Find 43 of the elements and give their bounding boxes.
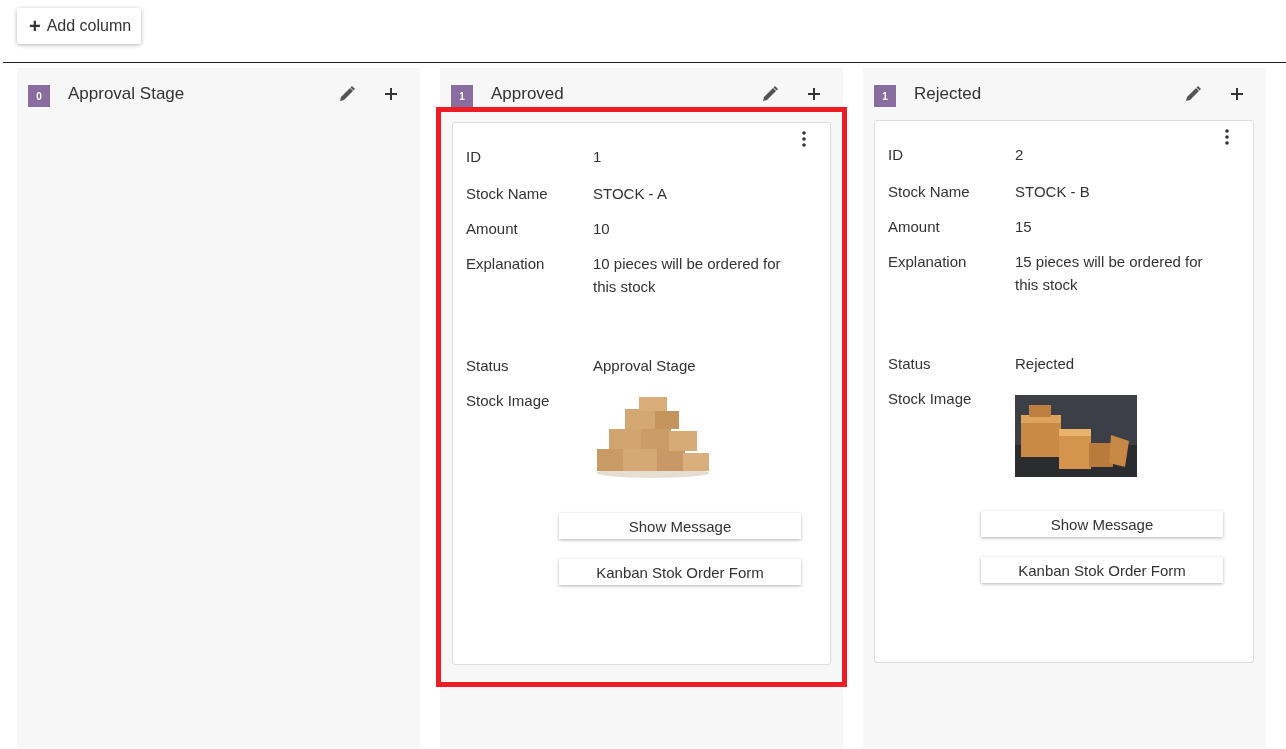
field-value: Approval Stage <box>593 356 697 376</box>
more-options-icon[interactable] <box>1225 129 1229 145</box>
field-label: Amount <box>466 219 519 239</box>
edit-icon[interactable] <box>761 85 779 103</box>
field-label: Stock Image <box>466 391 551 411</box>
column-title: Approval Stage <box>68 84 186 104</box>
edit-icon[interactable] <box>1184 85 1202 103</box>
add-icon[interactable] <box>807 87 821 101</box>
field-label: Status <box>466 356 510 376</box>
field-label: Stock Image <box>888 389 973 409</box>
field-label: Stock Name <box>888 182 971 202</box>
field-label: Status <box>888 354 932 374</box>
field-value: 2 <box>1015 145 1025 165</box>
add-icon[interactable] <box>384 87 398 101</box>
card-action-button[interactable]: Show Message <box>559 513 801 539</box>
add-column-button[interactable]: + Add column <box>17 8 142 44</box>
field-value: 15 pieces will be ordered for this stock <box>1015 252 1204 295</box>
card-action-button[interactable]: Kanban Stok Order Form <box>559 559 801 585</box>
edit-icon[interactable] <box>338 85 356 103</box>
card-count-badge: 1 <box>874 85 896 107</box>
card-count-badge: 0 <box>28 85 50 107</box>
field-label: ID <box>466 147 482 167</box>
kanban-card[interactable]: ID 1 Stock Name STOCK - A Amount 10 Explanation 10 pieces will be ordered for this stock Status Approval Stage Stock Image Show Message Kanban Stok Order Form <box>452 122 831 665</box>
column-title: Approved <box>491 84 565 104</box>
column-title: Rejected <box>914 84 983 104</box>
field-value: Rejected <box>1015 354 1076 374</box>
field-label: ID <box>888 145 904 165</box>
field-label: Explanation <box>888 252 968 272</box>
field-value: 10 <box>593 219 611 239</box>
kanban-card[interactable]: ID 2 Stock Name STOCK - B Amount 15 Explanation 15 pieces will be ordered for this stock Status Rejected Stock Image Show Message Kanban Stok Order Form <box>874 120 1254 663</box>
card-action-button[interactable]: Kanban Stok Order Form <box>981 557 1223 583</box>
field-value: 10 pieces will be ordered for this stock <box>593 254 782 297</box>
field-label: Stock Name <box>466 184 549 204</box>
card-action-button[interactable]: Show Message <box>981 511 1223 537</box>
field-label: Amount <box>888 217 941 237</box>
field-value: STOCK - A <box>593 184 668 204</box>
field-value: 15 <box>1015 217 1033 237</box>
field-value: 1 <box>593 147 603 167</box>
more-options-icon[interactable] <box>802 131 806 147</box>
field-label: Explanation <box>466 254 546 274</box>
card-count-badge: 1 <box>451 85 473 107</box>
field-value: STOCK - B <box>1015 182 1091 202</box>
add-icon[interactable] <box>1230 87 1244 101</box>
